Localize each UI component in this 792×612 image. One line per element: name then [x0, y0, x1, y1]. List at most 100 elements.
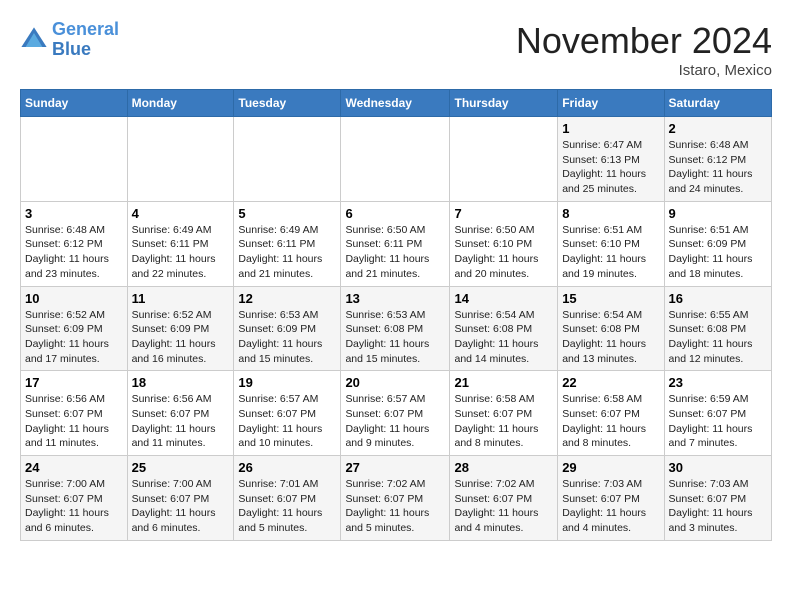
day-number: 27	[345, 460, 445, 475]
day-info: Sunrise: 6:53 AM Sunset: 6:09 PM Dayligh…	[238, 308, 336, 367]
logo-text: General Blue	[52, 20, 119, 60]
day-info: Sunrise: 6:49 AM Sunset: 6:11 PM Dayligh…	[132, 223, 230, 282]
day-number: 22	[562, 375, 659, 390]
week-row-4: 24 Sunrise: 7:00 AM Sunset: 6:07 PM Dayli…	[21, 456, 772, 541]
day-info: Sunrise: 6:55 AM Sunset: 6:08 PM Dayligh…	[669, 308, 767, 367]
day-info: Sunrise: 6:58 AM Sunset: 6:07 PM Dayligh…	[562, 392, 659, 451]
title-section: November 2024 Istaro, Mexico	[516, 20, 772, 79]
page-header: General Blue November 2024 Istaro, Mexic…	[20, 20, 772, 79]
day-info: Sunrise: 6:49 AM Sunset: 6:11 PM Dayligh…	[238, 223, 336, 282]
day-number: 23	[669, 375, 767, 390]
day-cell: 29 Sunrise: 7:03 AM Sunset: 6:07 PM Dayli…	[558, 456, 664, 541]
day-info: Sunrise: 6:50 AM Sunset: 6:11 PM Dayligh…	[345, 223, 445, 282]
day-cell: 20Sunrise: 6:57 AM Sunset: 6:07 PM Dayli…	[341, 371, 450, 456]
week-row-2: 10 Sunrise: 6:52 AM Sunset: 6:09 PM Dayli…	[21, 286, 772, 371]
day-cell: 22 Sunrise: 6:58 AM Sunset: 6:07 PM Dayli…	[558, 371, 664, 456]
month-title: November 2024	[516, 20, 772, 62]
day-number: 28	[454, 460, 553, 475]
day-number: 24	[25, 460, 123, 475]
day-info: Sunrise: 6:54 AM Sunset: 6:08 PM Dayligh…	[454, 308, 553, 367]
day-cell: 19 Sunrise: 6:57 AM Sunset: 6:07 PM Dayli…	[234, 371, 341, 456]
calendar-table: SundayMondayTuesdayWednesdayThursdayFrid…	[20, 89, 772, 541]
day-info: Sunrise: 6:50 AM Sunset: 6:10 PM Dayligh…	[454, 223, 553, 282]
day-number: 20	[345, 375, 445, 390]
day-cell: 24 Sunrise: 7:00 AM Sunset: 6:07 PM Dayli…	[21, 456, 128, 541]
logo: General Blue	[20, 20, 119, 60]
location: Istaro, Mexico	[516, 62, 772, 79]
day-info: Sunrise: 7:02 AM Sunset: 6:07 PM Dayligh…	[454, 477, 553, 536]
day-number: 18	[132, 375, 230, 390]
day-cell: 3 Sunrise: 6:48 AM Sunset: 6:12 PM Daylig…	[21, 201, 128, 286]
day-number: 6	[345, 206, 445, 221]
header-cell-friday: Friday	[558, 90, 664, 117]
day-cell: 17 Sunrise: 6:56 AM Sunset: 6:07 PM Dayli…	[21, 371, 128, 456]
day-info: Sunrise: 6:48 AM Sunset: 6:12 PM Dayligh…	[669, 138, 767, 197]
day-info: Sunrise: 6:52 AM Sunset: 6:09 PM Dayligh…	[25, 308, 123, 367]
day-cell: 2 Sunrise: 6:48 AM Sunset: 6:12 PM Daylig…	[664, 117, 771, 202]
day-cell: 1 Sunrise: 6:47 AM Sunset: 6:13 PM Daylig…	[558, 117, 664, 202]
day-number: 2	[669, 121, 767, 136]
header-cell-tuesday: Tuesday	[234, 90, 341, 117]
day-info: Sunrise: 6:52 AM Sunset: 6:09 PM Dayligh…	[132, 308, 230, 367]
day-number: 16	[669, 291, 767, 306]
day-cell: 16 Sunrise: 6:55 AM Sunset: 6:08 PM Dayli…	[664, 286, 771, 371]
week-row-3: 17 Sunrise: 6:56 AM Sunset: 6:07 PM Dayli…	[21, 371, 772, 456]
day-number: 13	[345, 291, 445, 306]
day-cell: 5Sunrise: 6:49 AM Sunset: 6:11 PM Daylig…	[234, 201, 341, 286]
day-cell	[341, 117, 450, 202]
header-cell-thursday: Thursday	[450, 90, 558, 117]
day-info: Sunrise: 6:58 AM Sunset: 6:07 PM Dayligh…	[454, 392, 553, 451]
day-info: Sunrise: 6:54 AM Sunset: 6:08 PM Dayligh…	[562, 308, 659, 367]
header-cell-wednesday: Wednesday	[341, 90, 450, 117]
day-info: Sunrise: 7:03 AM Sunset: 6:07 PM Dayligh…	[669, 477, 767, 536]
day-info: Sunrise: 7:03 AM Sunset: 6:07 PM Dayligh…	[562, 477, 659, 536]
day-number: 19	[238, 375, 336, 390]
day-number: 21	[454, 375, 553, 390]
day-number: 4	[132, 206, 230, 221]
day-number: 9	[669, 206, 767, 221]
calendar-body: 1 Sunrise: 6:47 AM Sunset: 6:13 PM Daylig…	[21, 117, 772, 541]
day-number: 26	[238, 460, 336, 475]
day-info: Sunrise: 7:00 AM Sunset: 6:07 PM Dayligh…	[25, 477, 123, 536]
day-cell: 12 Sunrise: 6:53 AM Sunset: 6:09 PM Dayli…	[234, 286, 341, 371]
day-cell: 25Sunrise: 7:00 AM Sunset: 6:07 PM Dayli…	[127, 456, 234, 541]
day-number: 12	[238, 291, 336, 306]
day-cell: 15Sunrise: 6:54 AM Sunset: 6:08 PM Dayli…	[558, 286, 664, 371]
day-info: Sunrise: 7:02 AM Sunset: 6:07 PM Dayligh…	[345, 477, 445, 536]
day-info: Sunrise: 6:56 AM Sunset: 6:07 PM Dayligh…	[25, 392, 123, 451]
day-cell: 18 Sunrise: 6:56 AM Sunset: 6:07 PM Dayli…	[127, 371, 234, 456]
day-number: 30	[669, 460, 767, 475]
header-row: SundayMondayTuesdayWednesdayThursdayFrid…	[21, 90, 772, 117]
logo-line1: General	[52, 19, 119, 39]
week-row-1: 3 Sunrise: 6:48 AM Sunset: 6:12 PM Daylig…	[21, 201, 772, 286]
day-cell: 11 Sunrise: 6:52 AM Sunset: 6:09 PM Dayli…	[127, 286, 234, 371]
day-info: Sunrise: 6:57 AM Sunset: 6:07 PM Dayligh…	[238, 392, 336, 451]
day-cell: 4 Sunrise: 6:49 AM Sunset: 6:11 PM Daylig…	[127, 201, 234, 286]
day-cell: 8Sunrise: 6:51 AM Sunset: 6:10 PM Daylig…	[558, 201, 664, 286]
day-number: 17	[25, 375, 123, 390]
day-number: 14	[454, 291, 553, 306]
day-number: 3	[25, 206, 123, 221]
logo-icon	[20, 26, 48, 54]
day-cell: 21 Sunrise: 6:58 AM Sunset: 6:07 PM Dayli…	[450, 371, 558, 456]
day-info: Sunrise: 6:47 AM Sunset: 6:13 PM Dayligh…	[562, 138, 659, 197]
day-cell	[127, 117, 234, 202]
day-cell	[234, 117, 341, 202]
day-cell: 23 Sunrise: 6:59 AM Sunset: 6:07 PM Dayli…	[664, 371, 771, 456]
header-cell-monday: Monday	[127, 90, 234, 117]
day-info: Sunrise: 7:01 AM Sunset: 6:07 PM Dayligh…	[238, 477, 336, 536]
day-cell: 28 Sunrise: 7:02 AM Sunset: 6:07 PM Dayli…	[450, 456, 558, 541]
week-row-0: 1 Sunrise: 6:47 AM Sunset: 6:13 PM Daylig…	[21, 117, 772, 202]
header-cell-sunday: Sunday	[21, 90, 128, 117]
day-cell: 27 Sunrise: 7:02 AM Sunset: 6:07 PM Dayli…	[341, 456, 450, 541]
day-number: 10	[25, 291, 123, 306]
day-number: 29	[562, 460, 659, 475]
day-number: 1	[562, 121, 659, 136]
day-info: Sunrise: 6:48 AM Sunset: 6:12 PM Dayligh…	[25, 223, 123, 282]
day-info: Sunrise: 6:59 AM Sunset: 6:07 PM Dayligh…	[669, 392, 767, 451]
day-number: 7	[454, 206, 553, 221]
calendar-header: SundayMondayTuesdayWednesdayThursdayFrid…	[21, 90, 772, 117]
day-number: 11	[132, 291, 230, 306]
day-info: Sunrise: 6:56 AM Sunset: 6:07 PM Dayligh…	[132, 392, 230, 451]
day-info: Sunrise: 7:00 AM Sunset: 6:07 PM Dayligh…	[132, 477, 230, 536]
